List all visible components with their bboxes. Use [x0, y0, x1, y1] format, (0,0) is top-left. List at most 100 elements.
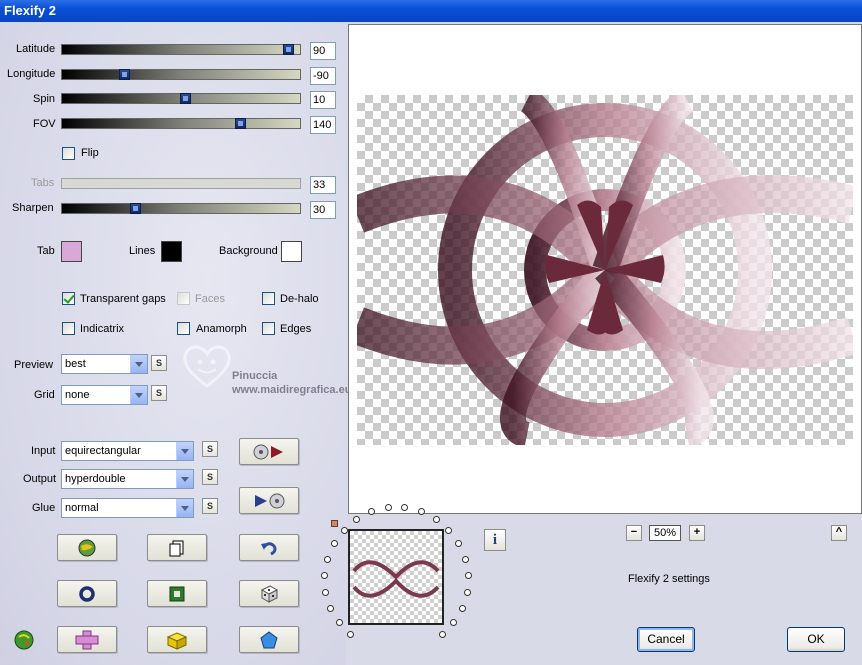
spin-dial-dot[interactable] [322, 589, 329, 596]
lines-color-swatch[interactable] [161, 241, 182, 262]
edges-checkbox[interactable] [262, 322, 275, 335]
spin-dial-dot[interactable] [439, 631, 446, 638]
spin-dial-dot[interactable] [464, 589, 471, 596]
tabs-slider [61, 178, 301, 189]
copy-button[interactable] [147, 534, 207, 561]
sharpen-thumb[interactable] [130, 203, 141, 214]
chevron-down-icon[interactable] [130, 355, 147, 373]
indicatrix-checkbox[interactable] [62, 322, 75, 335]
output-projection-value: hyperdouble [65, 473, 126, 485]
longitude-slider[interactable] [61, 69, 301, 80]
latitude-slider[interactable] [61, 44, 301, 55]
random-dice-button[interactable] [239, 580, 299, 607]
chevron-down-icon[interactable] [130, 386, 147, 404]
grid-select[interactable]: none [61, 385, 148, 405]
spin-dial-dot[interactable] [433, 516, 440, 523]
input-save-button[interactable]: S [202, 441, 218, 457]
spin-dial-dot[interactable] [347, 631, 354, 638]
anamorph-checkbox[interactable] [177, 322, 190, 335]
input-projection-value: equirectangular [65, 445, 141, 457]
glue-select[interactable]: normal [61, 498, 194, 518]
load-input-button[interactable] [239, 438, 299, 465]
longitude-input[interactable]: -90 [310, 67, 336, 85]
spin-dial-dot[interactable] [353, 516, 360, 523]
preview-quality-value: best [65, 358, 86, 370]
spin-dial-dot[interactable] [331, 540, 338, 547]
info-button[interactable]: i [484, 529, 506, 551]
spin-dial-dot[interactable] [418, 508, 425, 515]
chevron-down-icon[interactable] [176, 470, 193, 488]
globe-icon [78, 539, 96, 556]
input-projection-label: Input [31, 445, 56, 457]
tab-color-swatch[interactable] [61, 241, 82, 262]
spin-input[interactable]: 10 [310, 91, 336, 109]
reset-button[interactable] [57, 580, 117, 607]
input-projection-select[interactable]: equirectangular [61, 441, 194, 461]
chevron-down-icon[interactable] [176, 499, 193, 517]
sharpen-slider[interactable] [61, 203, 301, 214]
spin-dial-dot[interactable] [324, 556, 331, 563]
watermark-heart-icon [180, 342, 234, 388]
save-preset-button[interactable] [147, 626, 207, 653]
transparent-gaps-checkbox[interactable] [62, 292, 75, 305]
longitude-thumb[interactable] [119, 69, 130, 80]
navigator-thumbnail[interactable] [348, 529, 444, 625]
spin-dial-dot[interactable] [450, 619, 457, 626]
spin-dial-dot[interactable] [321, 572, 328, 579]
spin-slider[interactable] [61, 93, 301, 104]
background-color-swatch[interactable] [281, 241, 302, 262]
spin-dial-dot[interactable] [445, 527, 452, 534]
preview-canvas[interactable] [348, 24, 862, 514]
grid-save-button[interactable]: S [151, 385, 167, 401]
output-projection-select[interactable]: hyperdouble [61, 469, 194, 489]
settings-status: Flexify 2 settings [628, 573, 710, 585]
preview-save-button[interactable]: S [151, 355, 167, 371]
spin-dial-dot[interactable] [401, 504, 408, 511]
spin-dial-dot[interactable] [462, 556, 469, 563]
spin-thumb[interactable] [180, 93, 191, 104]
window-title: Flexify 2 [4, 3, 57, 18]
output-save-button[interactable]: S [202, 469, 218, 485]
flip-checkbox[interactable] [62, 147, 75, 160]
faces-label: Faces [195, 293, 225, 305]
ok-button[interactable]: OK [787, 627, 845, 652]
indicatrix-label: Indicatrix [80, 323, 125, 335]
preview-quality-select[interactable]: best [61, 354, 148, 374]
load-output-button[interactable] [239, 487, 299, 514]
spin-dial-dot[interactable] [385, 504, 392, 511]
spin-dial-dot[interactable] [465, 572, 472, 579]
zoom-level: 50% [649, 525, 681, 541]
latitude-input[interactable]: 90 [310, 42, 336, 60]
spin-dial-dot[interactable] [336, 619, 343, 626]
latitude-thumb[interactable] [283, 44, 294, 55]
zoom-out-button[interactable]: − [626, 525, 642, 541]
de-halo-checkbox[interactable] [262, 292, 275, 305]
frame-button[interactable] [147, 580, 207, 607]
tile-button[interactable] [57, 626, 117, 653]
watermark-name: Pinuccia [232, 370, 278, 382]
title-bar: Flexify 2 [0, 0, 862, 22]
cancel-button[interactable]: Cancel [637, 627, 695, 652]
spin-dial-dot[interactable] [368, 508, 375, 515]
fov-slider[interactable] [61, 118, 301, 129]
tabs-input[interactable]: 33 [310, 176, 336, 194]
randomize-button[interactable] [57, 534, 117, 561]
chevron-down-icon[interactable] [176, 442, 193, 460]
output-projection-label: Output [23, 473, 57, 485]
fov-label: FOV [33, 118, 56, 130]
shape-button[interactable] [239, 626, 299, 653]
glue-save-button[interactable]: S [202, 498, 218, 514]
frame-square-icon [169, 586, 185, 601]
spin-dial-dot[interactable] [341, 527, 348, 534]
spin-dial-dot[interactable] [459, 605, 466, 612]
spin-dial-dot[interactable] [327, 605, 334, 612]
fov-thumb[interactable] [235, 118, 246, 129]
tab-color-label: Tab [37, 245, 55, 257]
fov-input[interactable]: 140 [310, 116, 336, 134]
spin-dial-dot[interactable] [455, 540, 462, 547]
navigator-handle[interactable] [331, 520, 338, 527]
collapse-button[interactable]: ^ [831, 525, 847, 541]
zoom-in-button[interactable]: + [689, 525, 705, 541]
undo-button[interactable] [239, 534, 299, 561]
sharpen-input[interactable]: 30 [310, 201, 336, 219]
